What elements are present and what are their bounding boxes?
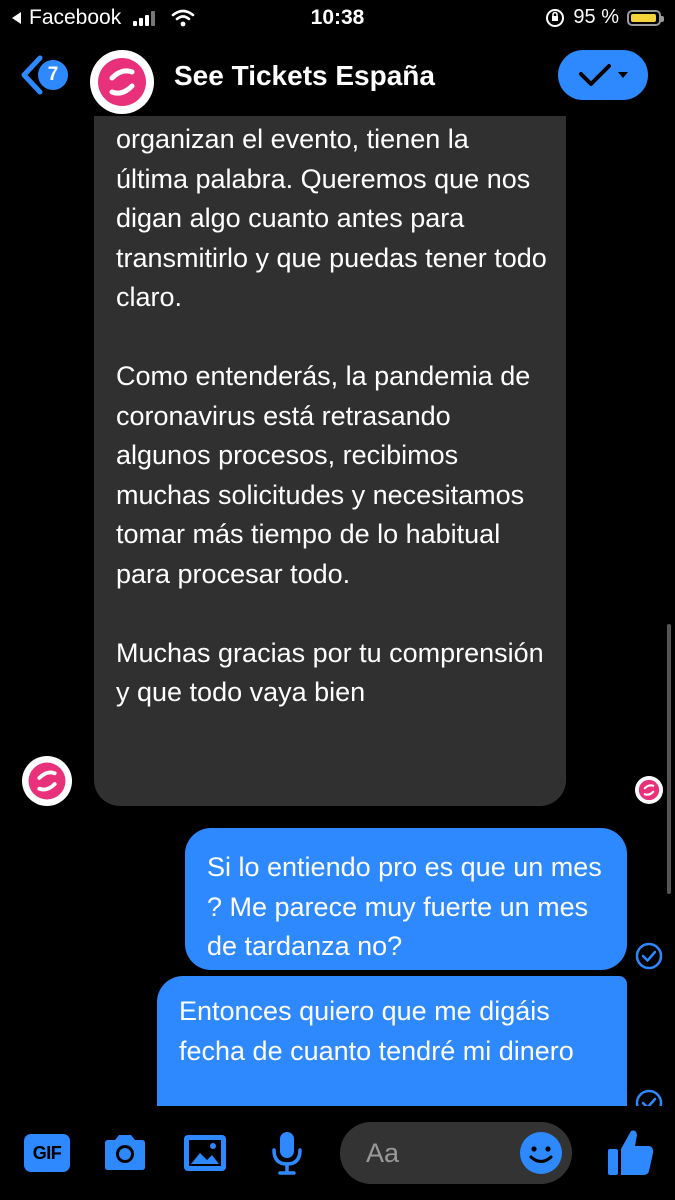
- battery-percent: 95 %: [573, 6, 619, 28]
- status-bar: Facebook 10:38 95 %: [0, 0, 675, 38]
- see-tickets-logo-icon: [638, 779, 660, 801]
- like-button[interactable]: [603, 1124, 659, 1182]
- gif-icon: GIF: [24, 1134, 70, 1172]
- read-receipt-avatar: [635, 776, 663, 804]
- see-tickets-logo-icon: [28, 762, 66, 800]
- thumbs-up-icon: [608, 1130, 654, 1175]
- see-tickets-logo-icon: [98, 58, 146, 106]
- orientation-lock-icon: [546, 8, 565, 27]
- scrollbar[interactable]: [667, 624, 671, 894]
- message-input[interactable]: Aa: [340, 1122, 572, 1184]
- incoming-message-bubble[interactable]: organizan el evento, tienen la última pa…: [94, 116, 566, 806]
- unread-count-badge[interactable]: 7: [38, 60, 68, 90]
- verified-dropdown-button[interactable]: [558, 50, 648, 100]
- battery-icon: [627, 9, 664, 26]
- caret-down-icon: [618, 72, 628, 78]
- incoming-paragraph: Muchas gracias por tu comprensión y que …: [116, 637, 544, 708]
- outgoing-message-bubble[interactable]: Si lo entiendo pro es que un mes ? Me pa…: [185, 828, 627, 970]
- delivered-check-icon: [635, 1089, 663, 1106]
- conversation-header: 7 See Tickets España: [0, 38, 675, 116]
- microphone-icon: [272, 1132, 302, 1175]
- gif-button[interactable]: GIF: [22, 1128, 72, 1178]
- camera-button[interactable]: [100, 1128, 150, 1178]
- status-right: 95 %: [545, 6, 664, 29]
- checkmark-icon: [579, 64, 611, 86]
- voice-message-button[interactable]: [262, 1128, 312, 1178]
- gallery-button[interactable]: [180, 1128, 230, 1178]
- image-icon: [184, 1135, 226, 1171]
- message-list[interactable]: organizan el evento, tienen la última pa…: [0, 116, 675, 1106]
- contact-avatar[interactable]: [90, 50, 154, 114]
- sender-avatar[interactable]: [22, 756, 72, 806]
- outgoing-message-bubble[interactable]: Entonces quiero que me digáis fecha de c…: [157, 976, 627, 1106]
- emoji-icon[interactable]: [518, 1130, 564, 1176]
- message-input-placeholder: Aa: [366, 1138, 400, 1168]
- incoming-paragraph: organizan el evento, tienen la última pa…: [116, 124, 547, 312]
- composer-bar: GIF Aa: [0, 1106, 675, 1200]
- incoming-paragraph: Como entenderás, la pandemia de coronavi…: [116, 361, 531, 589]
- camera-icon: [105, 1135, 145, 1170]
- delivered-check-icon: [635, 942, 663, 970]
- contact-name[interactable]: See Tickets España: [174, 60, 435, 92]
